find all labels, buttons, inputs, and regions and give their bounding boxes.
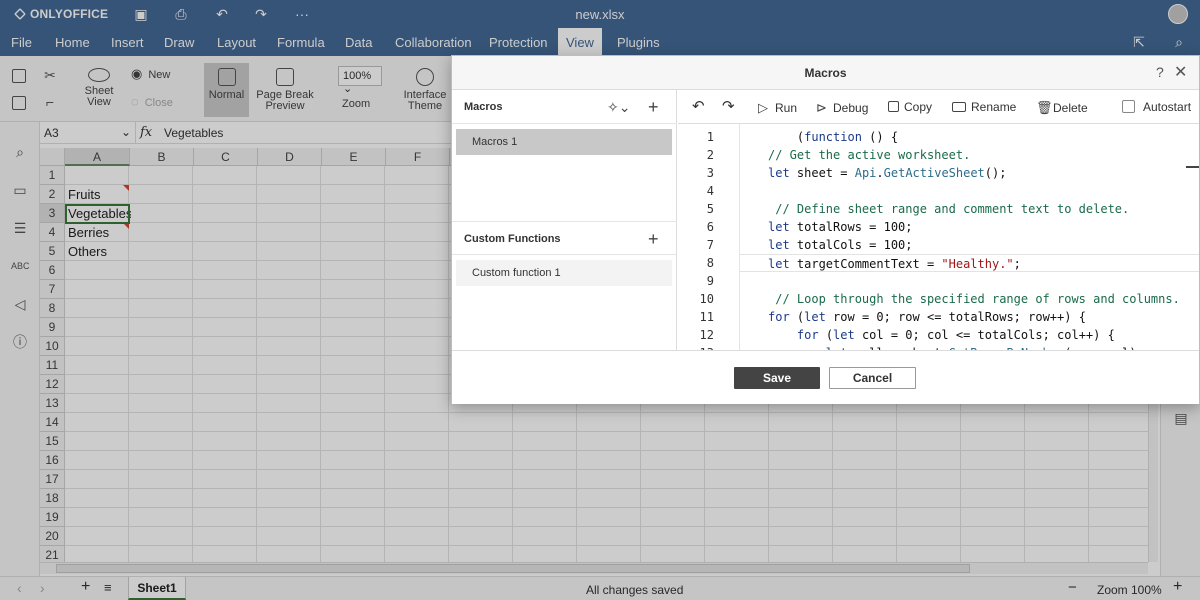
redo-icon[interactable]: ↷: [722, 97, 735, 115]
code-line[interactable]: let totalCols = 100;: [740, 236, 1199, 254]
line-number: 12: [699, 328, 714, 342]
line-number: 7: [706, 238, 714, 252]
rename-button[interactable]: Rename: [952, 100, 1016, 114]
macros-dialog: Macros ? ✕ Macros ✧⌄ + Macros 1 Custom F…: [451, 55, 1200, 404]
rename-icon: [952, 102, 966, 112]
autostart-toggle[interactable]: Autostart: [1122, 100, 1191, 114]
dialog-footer: Save Cancel: [452, 350, 1199, 404]
cancel-button[interactable]: Cancel: [829, 367, 916, 389]
code-line[interactable]: // Define sheet range and comment text t…: [740, 200, 1199, 218]
custom-functions-section-header: Custom Functions +: [452, 221, 677, 255]
close-icon[interactable]: ✕: [1174, 62, 1187, 82]
debug-icon: ⊳: [816, 100, 827, 115]
macro-item[interactable]: Macros 1: [456, 129, 672, 155]
save-button[interactable]: Save: [734, 367, 820, 389]
dialog-header: Macros ? ✕: [452, 56, 1199, 90]
code-line[interactable]: let totalRows = 100;: [740, 218, 1199, 236]
line-number: 1: [706, 130, 714, 144]
macros-section-header: Macros ✧⌄ +: [452, 90, 677, 124]
macro-toolbar: ↶ ↷ ▷ Run ⊳ Debug Copy Rename 🗑Delete Auto…: [678, 90, 1199, 124]
code-line[interactable]: (function () {: [740, 128, 1199, 146]
run-button[interactable]: ▷ Run: [758, 100, 797, 116]
line-number: 8: [706, 256, 714, 270]
custom-function-item[interactable]: Custom function 1: [456, 260, 672, 286]
code-line[interactable]: // Get the active worksheet.: [740, 146, 1199, 164]
add-custom-function-icon[interactable]: +: [648, 230, 659, 248]
line-number: 2: [706, 148, 714, 162]
play-icon: ▷: [758, 100, 768, 115]
code-line[interactable]: [740, 272, 1199, 290]
code-editor[interactable]: 12345678910111213 (function () {// Get t…: [678, 124, 1199, 350]
ai-macro-icon[interactable]: ✧⌄: [607, 98, 630, 116]
line-number: 3: [706, 166, 714, 180]
code-line[interactable]: let sheet = Api.GetActiveSheet();: [740, 164, 1199, 182]
line-number: 4: [706, 184, 714, 198]
line-number: 10: [699, 292, 714, 306]
line-number: 5: [706, 202, 714, 216]
debug-button[interactable]: ⊳ Debug: [816, 100, 868, 116]
trash-icon: 🗑: [1036, 100, 1053, 115]
line-number-gutter: 12345678910111213: [678, 124, 740, 350]
add-macro-icon[interactable]: +: [648, 98, 659, 116]
macros-section-title: Macros: [464, 101, 503, 113]
line-number: 11: [699, 310, 714, 324]
code-line[interactable]: // Loop through the specified range of r…: [740, 290, 1199, 308]
delete-button[interactable]: 🗑Delete: [1036, 100, 1088, 116]
macros-list-panel: Macros ✧⌄ + Macros 1 Custom Functions + …: [452, 90, 677, 350]
line-number: 9: [706, 274, 714, 288]
code-line[interactable]: [740, 182, 1199, 200]
code-line[interactable]: let targetCommentText = "Healthy.";: [740, 254, 1199, 272]
custom-functions-section-title: Custom Functions: [464, 233, 561, 245]
code-line[interactable]: for (let row = 0; row <= totalRows; row+…: [740, 308, 1199, 326]
copy-icon: [888, 101, 899, 112]
dialog-title: Macros: [804, 66, 847, 80]
code-line[interactable]: for (let col = 0; col <= totalCols; col+…: [740, 326, 1199, 344]
scroll-indicator: [1186, 166, 1199, 168]
copy-button[interactable]: Copy: [888, 100, 932, 114]
line-number: 6: [706, 220, 714, 234]
undo-icon[interactable]: ↶: [692, 97, 705, 115]
autostart-checkbox[interactable]: [1122, 100, 1135, 113]
help-icon[interactable]: ?: [1156, 64, 1164, 80]
